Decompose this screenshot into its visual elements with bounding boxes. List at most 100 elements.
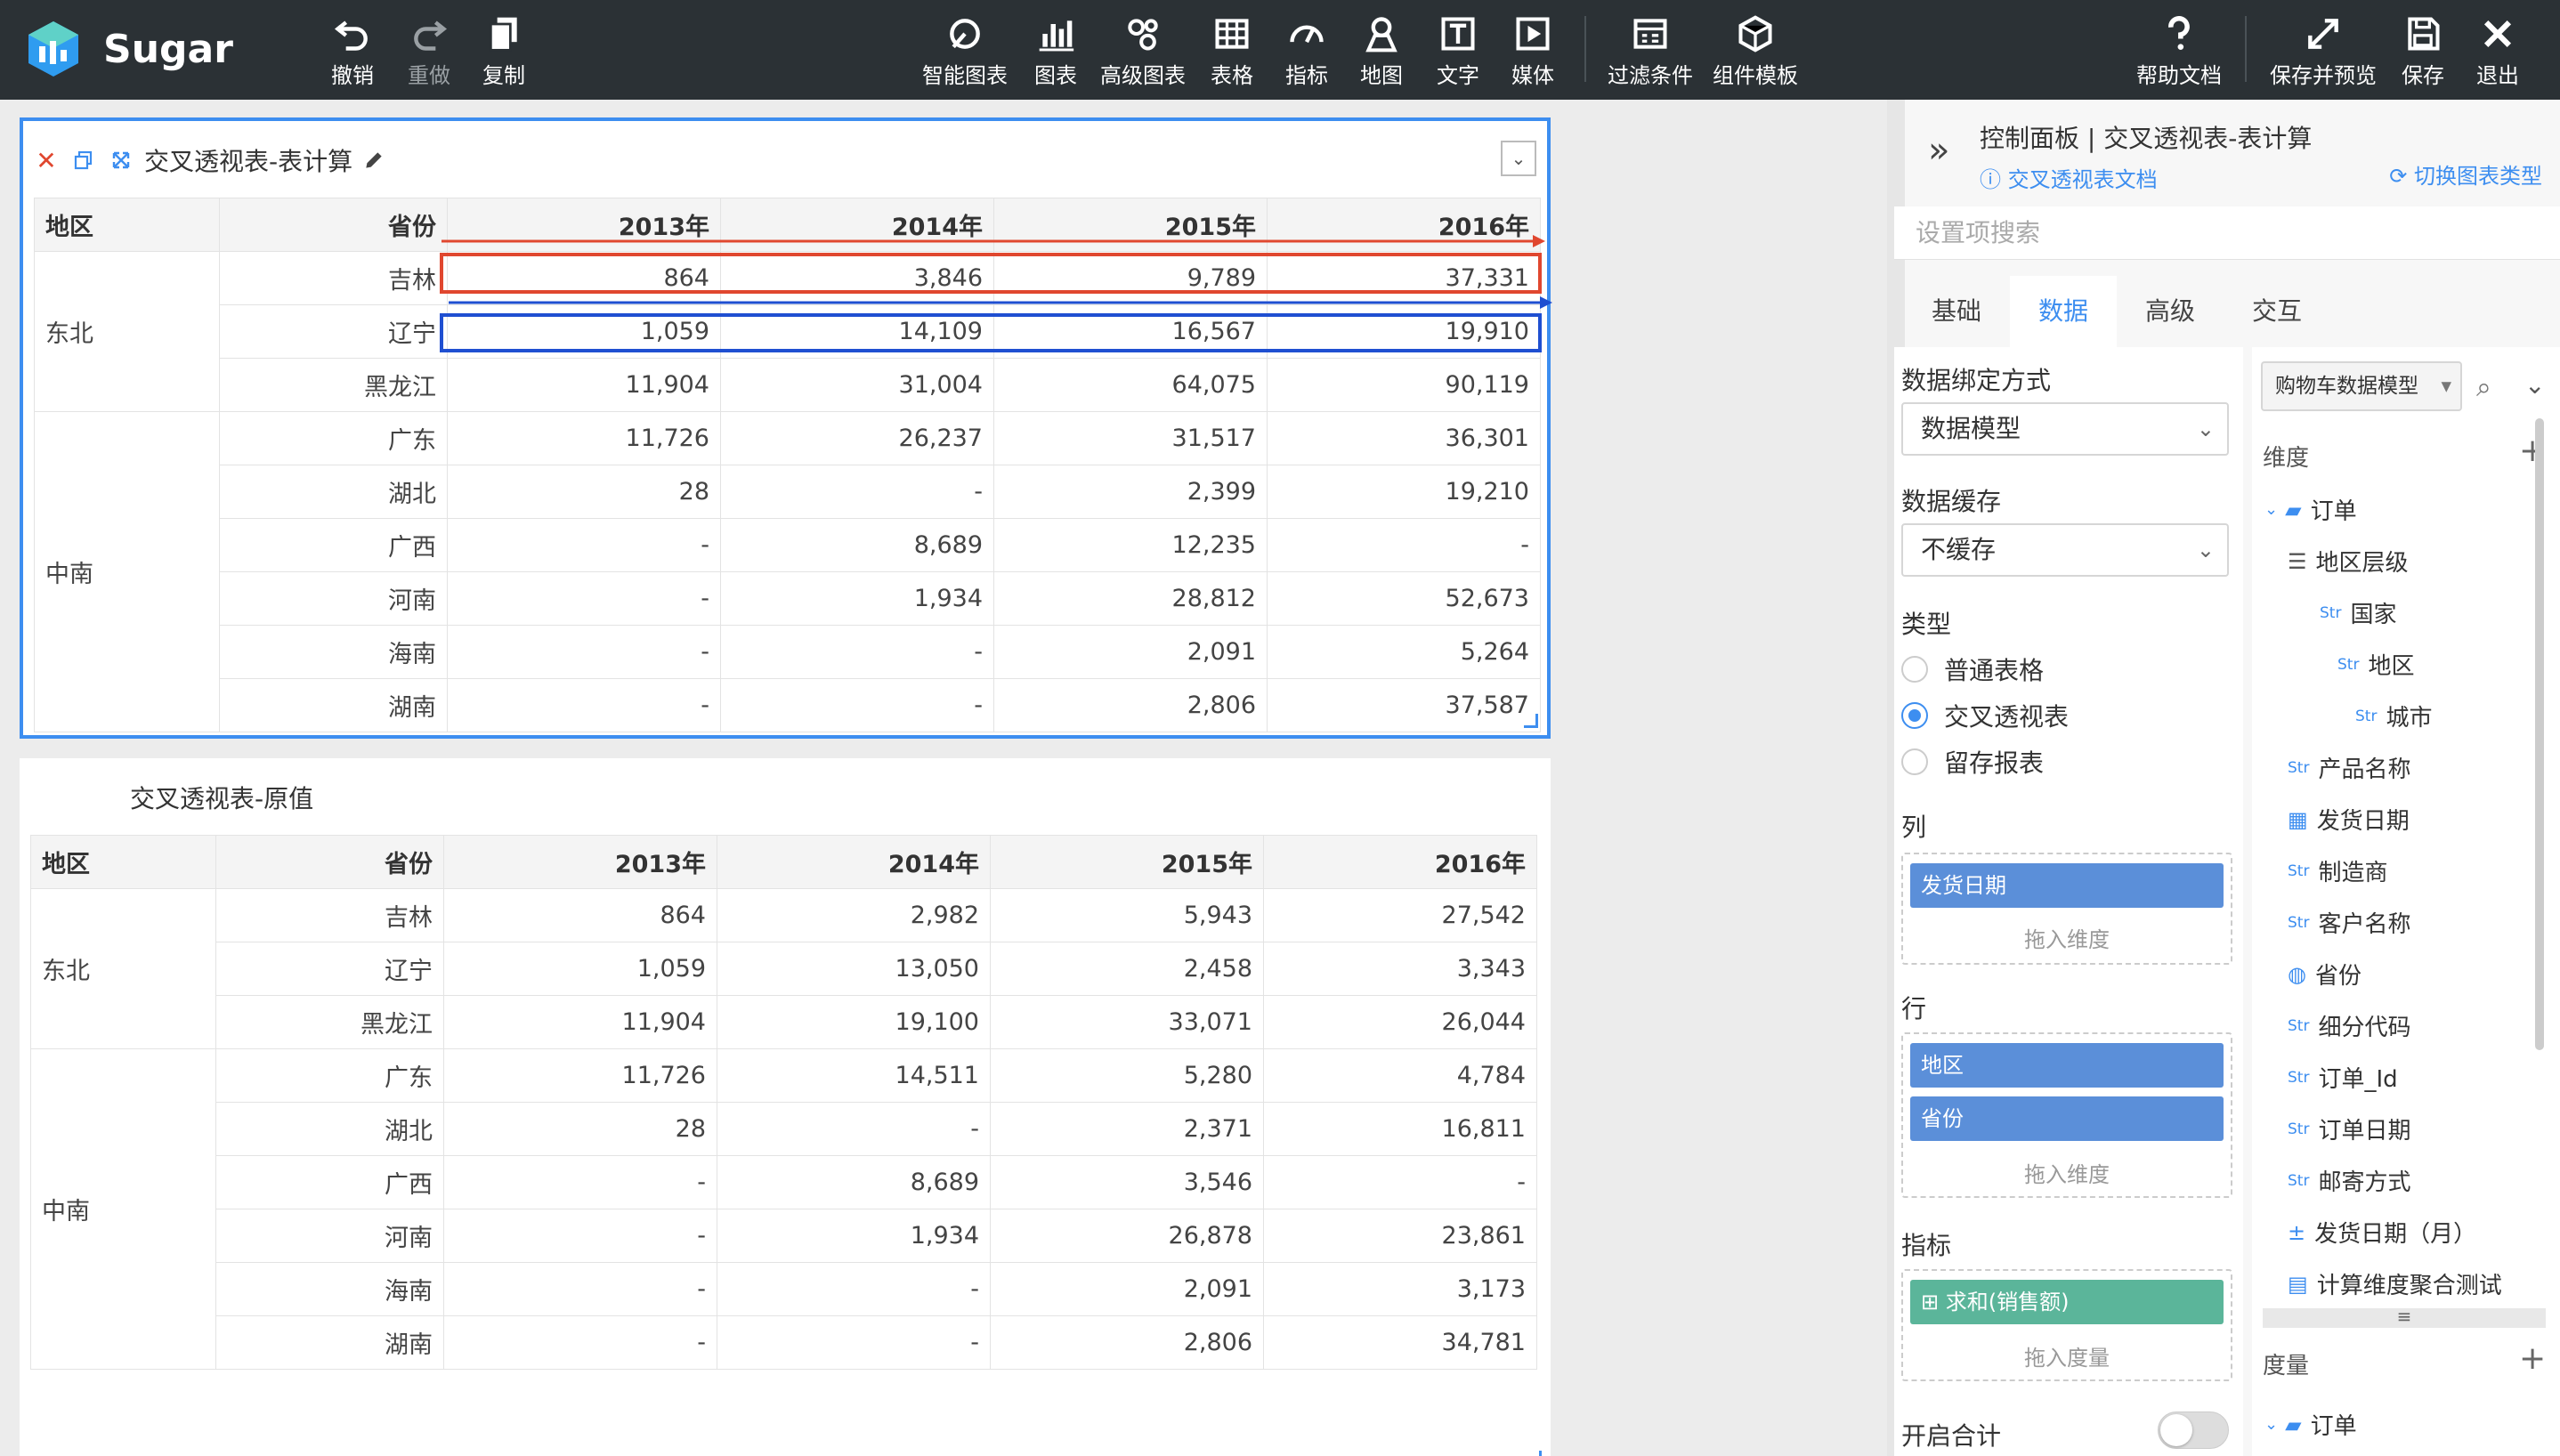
tab-advanced[interactable]: 高级 <box>2117 276 2224 347</box>
doc-link[interactable]: ⓘ 交叉透视表文档 <box>1980 162 2158 193</box>
row-pill-region[interactable]: 地区 <box>1910 1043 2224 1088</box>
string-type-icon: Str <box>2288 1171 2310 1190</box>
column-pill[interactable]: 发货日期 <box>1910 863 2224 908</box>
field-item[interactable]: Str 城市 <box>2355 700 2432 732</box>
text-button[interactable]: 文字 <box>1437 14 1479 89</box>
field-item[interactable]: ▤ 计算维度聚合测试 <box>2288 1267 2502 1300</box>
chevron-down-icon: ⌄ <box>2196 417 2215 441</box>
app-name: Sugar <box>103 26 233 72</box>
calculated-field-icon: ± <box>2288 1219 2306 1245</box>
field-item[interactable]: Str 订单日期 <box>2288 1112 2410 1145</box>
help-button[interactable]: 帮助文档 <box>2136 14 2222 89</box>
settings-search-input[interactable]: 设置项搜索 <box>1894 206 2560 260</box>
smart-chart-button[interactable]: 智能图表 <box>922 14 1008 89</box>
table-button[interactable]: 表格 <box>1211 14 1253 89</box>
advanced-chart-button[interactable]: 高级图表 <box>1100 14 1186 89</box>
value-cell: 34,781 <box>1263 1315 1537 1370</box>
field-item[interactable]: ▦ 发货日期 <box>2288 803 2410 836</box>
map-button[interactable]: 地图 <box>1360 14 1403 89</box>
value-cell: - <box>717 1315 991 1370</box>
field-item[interactable]: ☰ 地区层级 <box>2288 545 2409 578</box>
field-item[interactable]: Str 细分代码 <box>2288 1009 2410 1042</box>
tab-interaction[interactable]: 交互 <box>2224 276 2330 347</box>
column-header[interactable]: 2015年 <box>993 198 1268 252</box>
filter-button[interactable]: 过滤条件 <box>1608 14 1693 89</box>
measure-drop-zone[interactable]: ⊞ 求和(销售额) 拖入度量 <box>1901 1269 2232 1381</box>
field-item[interactable]: Str 国家 <box>2320 596 2396 629</box>
redo-icon <box>414 20 448 51</box>
column-header[interactable]: 地区 <box>30 835 216 889</box>
column-header[interactable]: 2016年 <box>1267 198 1541 252</box>
indicator-button[interactable]: 指标 <box>1285 14 1328 89</box>
section-resize-handle[interactable]: ≡ <box>2263 1307 2546 1328</box>
resize-handle[interactable] <box>1527 1451 1542 1456</box>
value-cell: 1,934 <box>717 1209 991 1263</box>
chevron-down-icon[interactable]: ⌄ <box>2524 370 2545 400</box>
model-select[interactable]: 购物车数据模型 ▾ <box>2261 361 2462 411</box>
column-header[interactable]: 2013年 <box>443 835 717 889</box>
copy-label: 复制 <box>482 63 525 88</box>
total-toggle[interactable] <box>2158 1412 2229 1449</box>
exit-button[interactable]: 退出 <box>2476 14 2519 89</box>
column-header[interactable]: 2015年 <box>990 835 1264 889</box>
column-header[interactable]: 地区 <box>34 198 220 252</box>
copy-button[interactable]: 复制 <box>482 14 525 89</box>
collapse-panel-icon[interactable]: » <box>1928 130 1949 171</box>
component-template-button[interactable]: 组件模板 <box>1713 14 1798 89</box>
column-header[interactable]: 2013年 <box>447 198 721 252</box>
value-cell: 28 <box>447 465 721 519</box>
field-item[interactable]: Str 地区 <box>2337 648 2414 681</box>
collapse-button[interactable]: ⌄ <box>1501 141 1536 176</box>
switch-chart-type-link[interactable]: ⟳ 切换图表类型 <box>2389 158 2542 190</box>
undo-button[interactable]: 撤销 <box>331 14 374 89</box>
field-item[interactable]: ± 发货日期（月） <box>2288 1216 2476 1249</box>
column-header[interactable]: 2016年 <box>1263 835 1537 889</box>
table-row: 湖南 - -2,806 34,781 <box>31 1315 1537 1370</box>
duplicate-icon[interactable] <box>69 150 98 171</box>
tab-basic[interactable]: 基础 <box>1903 276 2010 347</box>
column-header[interactable]: 2014年 <box>720 198 994 252</box>
field-item[interactable]: Str 客户名称 <box>2288 906 2410 939</box>
chart-button[interactable]: 图表 <box>1034 14 1077 89</box>
add-measure-icon[interactable]: + <box>2519 1340 2546 1377</box>
column-drop-zone[interactable]: 发货日期 拖入维度 <box>1901 853 2232 965</box>
pivot-card-raw[interactable]: 交叉透视表-原值 地区 省份 2013年 2014年 2015年 2016年 东北 吉林 864… <box>20 758 1551 1456</box>
field-list-scrollbar[interactable] <box>2535 418 2544 1050</box>
row-pill-province[interactable]: 省份 <box>1910 1096 2224 1141</box>
column-header[interactable]: 省份 <box>215 835 444 889</box>
type-radio-normal[interactable]: 普通表格 <box>1901 651 2044 687</box>
tab-data[interactable]: 数据 <box>2010 276 2117 347</box>
resize-handle[interactable] <box>1524 714 1538 728</box>
field-item[interactable]: Str 邮寄方式 <box>2288 1164 2410 1197</box>
media-button[interactable]: 媒体 <box>1511 14 1554 89</box>
field-item[interactable]: Str 制造商 <box>2288 854 2387 887</box>
bind-mode-select[interactable]: 数据模型 ⌄ <box>1901 402 2229 456</box>
folder-order[interactable]: ⌄ ▰ 订单 <box>2264 493 2357 526</box>
redo-button[interactable]: 重做 <box>408 14 450 89</box>
edit-pencil-icon[interactable] <box>360 149 388 172</box>
field-label: 地区层级 <box>2315 550 2409 577</box>
column-header[interactable]: 2014年 <box>717 835 991 889</box>
type-radio-pivot[interactable]: 交叉透视表 <box>1901 698 2069 733</box>
search-icon[interactable]: ⌕ <box>2476 372 2491 403</box>
cache-select[interactable]: 不缓存 ⌄ <box>1901 523 2229 577</box>
type-radio-retention[interactable]: 留存报表 <box>1901 744 2044 780</box>
value-cell: 13,050 <box>717 942 991 996</box>
measure-pill[interactable]: ⊞ 求和(销售额) <box>1910 1280 2224 1324</box>
delete-icon[interactable]: ✕ <box>32 146 61 175</box>
field-item[interactable]: Str 产品名称 <box>2288 751 2410 784</box>
column-header[interactable]: 省份 <box>219 198 448 252</box>
card-title: 交叉透视表-表计算 <box>144 147 353 176</box>
field-item[interactable]: ◍ 省份 <box>2288 958 2362 991</box>
row-drop-zone[interactable]: 地区 省份 拖入维度 <box>1901 1032 2232 1198</box>
copy-icon <box>489 17 517 52</box>
value-cell: 9,789 <box>993 251 1268 305</box>
save-button[interactable]: 保存 <box>2402 14 2444 89</box>
folder-label: 订单 <box>2310 498 2357 525</box>
fullscreen-icon[interactable] <box>107 150 135 171</box>
field-item[interactable]: Str 订单_Id <box>2288 1061 2398 1094</box>
save-preview-button[interactable]: 保存并预览 <box>2270 14 2377 89</box>
measure-folder-order[interactable]: ⌄ ▰ 订单 <box>2264 1408 2357 1441</box>
pivot-card-calculated[interactable]: ✕ 交叉透视表-表计算 ⌄ 地区 省份 2013年 2014年 2015年 2016年 东北… <box>20 117 1551 739</box>
string-type-icon: Str <box>2320 603 2342 622</box>
